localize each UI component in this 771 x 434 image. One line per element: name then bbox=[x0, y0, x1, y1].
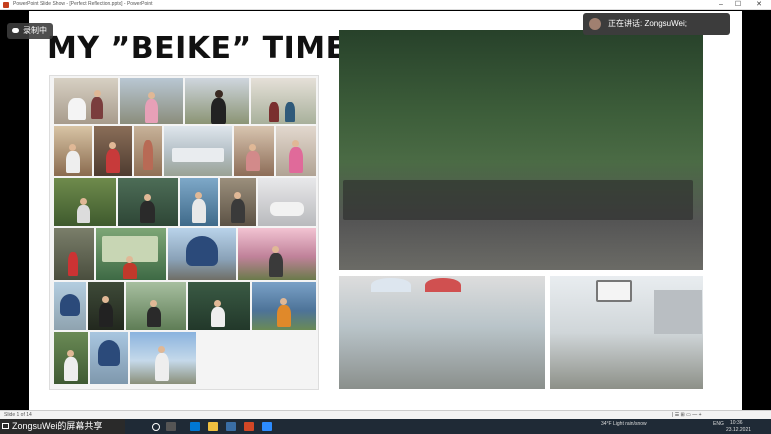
avatar bbox=[589, 18, 601, 30]
collage-photo bbox=[130, 332, 196, 384]
clock-time[interactable]: 10:36 bbox=[730, 420, 743, 426]
collage-photo bbox=[96, 228, 166, 280]
collage-photo bbox=[54, 178, 116, 226]
share-label: ZongsuWei的屏幕共享 bbox=[12, 421, 103, 431]
collage-photo bbox=[88, 282, 124, 330]
mail-icon[interactable] bbox=[226, 422, 236, 431]
recording-label: 录制中 bbox=[23, 26, 47, 35]
collage-photo bbox=[220, 178, 256, 226]
recording-badge[interactable]: 录制中 bbox=[7, 23, 53, 39]
collage-photo bbox=[54, 126, 92, 176]
collage-photo bbox=[164, 126, 232, 176]
collage-photo bbox=[118, 178, 178, 226]
powerpoint-icon bbox=[3, 2, 9, 8]
clock-date[interactable]: 23.12.2021 bbox=[726, 427, 751, 433]
task-view-icon[interactable] bbox=[166, 422, 176, 431]
file-explorer-icon[interactable] bbox=[208, 422, 218, 431]
speaker-label: 正在讲话: ZongsuWei; bbox=[608, 19, 687, 28]
collage-photo bbox=[258, 178, 316, 226]
window-title: PowerPoint Slide Show - [Perfect Reflect… bbox=[13, 1, 153, 7]
group-photo-main bbox=[339, 30, 703, 270]
collage-photo bbox=[54, 282, 86, 330]
statusbar: Slide 1 of 14 | ☰ ⊞ ▭ — + bbox=[0, 410, 771, 419]
collage-photo bbox=[126, 282, 186, 330]
photo-collage bbox=[49, 75, 319, 390]
group-photo-umbrellas bbox=[339, 276, 545, 389]
slide[interactable]: MY ”BEIKE” TIME bbox=[29, 11, 742, 411]
group-photo-basketball bbox=[550, 276, 703, 389]
outlook-icon[interactable] bbox=[190, 422, 200, 431]
powerpoint-taskbar-icon[interactable] bbox=[244, 422, 254, 431]
speaker-banner: 正在讲话: ZongsuWei; bbox=[583, 13, 730, 35]
collage-photo bbox=[185, 78, 249, 124]
collage-photo bbox=[234, 126, 274, 176]
slide-count: Slide 1 of 14 bbox=[4, 412, 32, 418]
cloud-icon bbox=[12, 28, 19, 34]
collage-photo bbox=[94, 126, 132, 176]
collage-photo bbox=[251, 78, 316, 124]
collage-photo bbox=[120, 78, 183, 124]
collage-photo bbox=[188, 282, 250, 330]
screen-share-icon bbox=[2, 423, 9, 429]
screen-share-banner[interactable]: ZongsuWei的屏幕共享 bbox=[0, 419, 125, 434]
collage-photo bbox=[54, 228, 94, 280]
view-controls[interactable]: | ☰ ⊞ ▭ — + bbox=[672, 412, 702, 418]
input-language[interactable]: ENG bbox=[713, 421, 724, 427]
collage-photo bbox=[180, 178, 218, 226]
collage-photo bbox=[54, 332, 88, 384]
weather-widget[interactable]: 34°F Light rain/snow bbox=[601, 421, 647, 427]
maximize-button[interactable]: ☐ bbox=[731, 0, 745, 10]
close-button[interactable]: ✕ bbox=[752, 0, 766, 10]
collage-photo bbox=[134, 126, 162, 176]
collage-photo bbox=[168, 228, 236, 280]
minimize-button[interactable]: – bbox=[714, 0, 728, 10]
search-icon[interactable] bbox=[152, 423, 160, 431]
slide-title: MY ”BEIKE” TIME bbox=[47, 31, 347, 66]
collage-photo bbox=[276, 126, 316, 176]
zoom-icon[interactable] bbox=[262, 422, 272, 431]
collage-photo bbox=[238, 228, 316, 280]
collage-photo bbox=[90, 332, 128, 384]
collage-photo bbox=[252, 282, 316, 330]
collage-photo bbox=[54, 78, 118, 124]
window-titlebar: PowerPoint Slide Show - [Perfect Reflect… bbox=[0, 0, 771, 10]
